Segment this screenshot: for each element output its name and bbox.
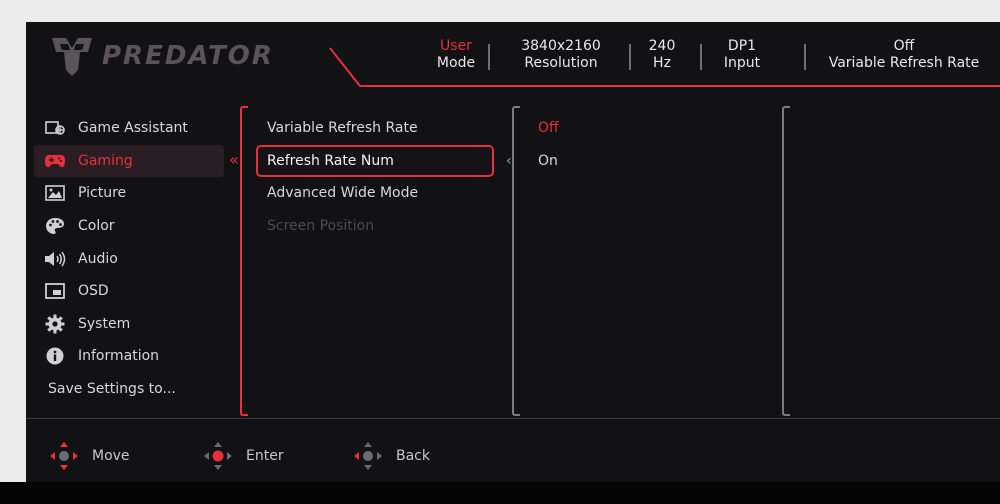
options-chevron-icon: ‹ bbox=[506, 153, 512, 169]
status-resolution-value: 3840x2160 bbox=[521, 38, 601, 54]
option-label: On bbox=[538, 152, 558, 169]
status-separator bbox=[629, 44, 631, 70]
menu-item-gaming[interactable]: Gaming bbox=[34, 144, 224, 178]
dpad-back-icon bbox=[354, 442, 382, 470]
main-menu: Game Assistant Gaming Picture Color Audi… bbox=[34, 112, 224, 405]
status-resolution: 3840x2160 Resolution bbox=[506, 38, 616, 72]
menu-item-label: System bbox=[78, 315, 131, 332]
submenu-item-vrr[interactable]: Variable Refresh Rate bbox=[256, 112, 494, 145]
osd-screen: PREDATOR User Mode 3840x2160 Resolution … bbox=[26, 22, 1000, 482]
status-vrr-value: Off bbox=[893, 38, 915, 54]
picture-icon bbox=[44, 184, 66, 202]
status-vrr-label: Variable Refresh Rate bbox=[828, 55, 980, 71]
options-bracket bbox=[512, 106, 520, 416]
submenu-item-label: Refresh Rate Num bbox=[267, 152, 394, 169]
submenu-item-label: Screen Position bbox=[267, 218, 375, 235]
speaker-icon bbox=[44, 250, 66, 268]
submenu-item-advanced-wide-mode[interactable]: Advanced Wide Mode bbox=[256, 177, 494, 210]
menu-item-label: Information bbox=[78, 348, 160, 365]
bezel-bottom bbox=[0, 482, 1000, 504]
submenu-bracket bbox=[240, 106, 248, 416]
footer-hint-move: Move bbox=[48, 440, 130, 472]
status-input-label: Input bbox=[723, 55, 761, 71]
submenu-item-label: Variable Refresh Rate bbox=[267, 120, 418, 137]
option-label: Off bbox=[538, 120, 559, 137]
status-mode: User Mode bbox=[424, 38, 488, 72]
status-mode-value: User bbox=[440, 38, 472, 54]
footer-hint-back: Back bbox=[352, 440, 430, 472]
menu-item-audio[interactable]: Audio bbox=[34, 242, 224, 275]
submenu-item-screen-position: Screen Position bbox=[256, 210, 494, 243]
info-icon bbox=[44, 347, 66, 365]
menu-item-label: Color bbox=[78, 218, 115, 235]
status-mode-label: Mode bbox=[436, 55, 476, 71]
status-separator bbox=[488, 44, 490, 70]
menu-item-label: Gaming bbox=[78, 152, 133, 169]
status-input-value: DP1 bbox=[727, 38, 757, 54]
menu-item-save-settings[interactable]: Save Settings to... bbox=[34, 373, 224, 406]
status-separator bbox=[804, 44, 806, 70]
status-refresh-label: Hz bbox=[653, 55, 671, 71]
menu-item-system[interactable]: System bbox=[34, 308, 224, 341]
menu-item-color[interactable]: Color bbox=[34, 210, 224, 243]
status-resolution-label: Resolution bbox=[524, 55, 598, 71]
menu-item-label: Game Assistant bbox=[78, 120, 188, 137]
status-refresh: 240 Hz bbox=[634, 38, 690, 72]
footer-hint-label: Back bbox=[396, 448, 430, 464]
menu-item-osd[interactable]: OSD bbox=[34, 275, 224, 308]
menu-item-picture[interactable]: Picture bbox=[34, 177, 224, 210]
options-list: Off On bbox=[530, 112, 730, 177]
dpad-move-icon bbox=[50, 442, 78, 470]
brand-logo: PREDATOR bbox=[48, 34, 274, 78]
detail-bracket bbox=[782, 106, 790, 416]
menu-item-information[interactable]: Information bbox=[34, 340, 224, 373]
active-menu-chevron-icon: « bbox=[229, 150, 239, 169]
footer-hint-label: Enter bbox=[246, 448, 284, 464]
game-assistant-icon bbox=[44, 119, 66, 137]
status-separator bbox=[700, 44, 702, 70]
status-vrr: Off Variable Refresh Rate bbox=[816, 38, 992, 72]
predator-logo-icon bbox=[52, 38, 92, 76]
menu-item-label: Save Settings to... bbox=[48, 381, 176, 398]
option-on[interactable]: On bbox=[530, 145, 730, 178]
gamepad-icon bbox=[44, 152, 66, 170]
brand-name: PREDATOR bbox=[102, 41, 274, 71]
status-refresh-value: 240 bbox=[648, 38, 676, 54]
menu-item-label: Picture bbox=[78, 185, 127, 202]
palette-icon bbox=[44, 217, 66, 235]
osd-icon bbox=[44, 282, 66, 300]
footer-hint-enter: Enter bbox=[202, 440, 284, 472]
gear-icon bbox=[44, 314, 66, 334]
submenu-item-label: Advanced Wide Mode bbox=[267, 185, 419, 202]
menu-item-game-assistant[interactable]: Game Assistant bbox=[34, 112, 224, 145]
status-input: DP1 Input bbox=[710, 38, 774, 72]
dpad-enter-icon bbox=[204, 442, 232, 470]
menu-item-label: Audio bbox=[78, 250, 118, 267]
submenu-item-refresh-rate-num[interactable]: Refresh Rate Num bbox=[256, 144, 494, 178]
footer-divider bbox=[26, 418, 1000, 419]
footer-hint-label: Move bbox=[92, 448, 130, 464]
menu-item-label: OSD bbox=[78, 283, 109, 300]
gaming-submenu: Variable Refresh Rate Refresh Rate Num A… bbox=[256, 112, 494, 242]
option-off[interactable]: Off bbox=[530, 112, 730, 145]
